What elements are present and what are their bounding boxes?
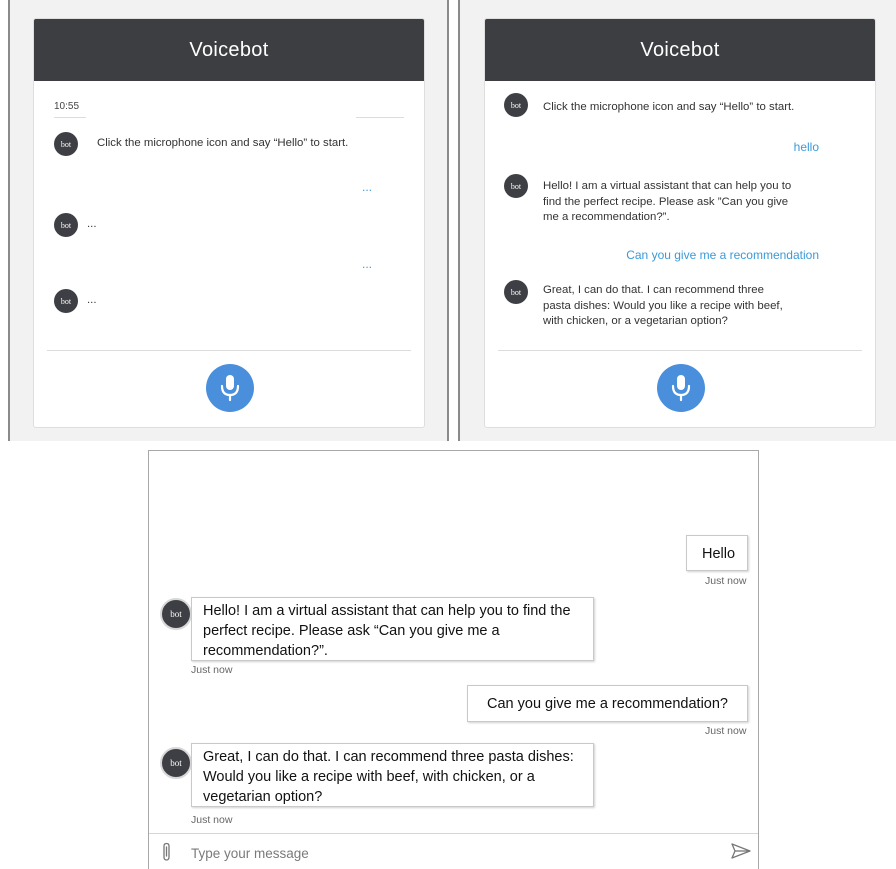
voicebot-card: Voicebot bot Click the microphone icon a…	[484, 18, 876, 428]
voicebot-card: Voicebot 10:55 bot Click the microphone …	[33, 18, 425, 428]
message-time: Just now	[705, 725, 747, 737]
footer-divider	[498, 350, 862, 351]
bot-avatar: bot	[160, 747, 192, 779]
voicebot-title: Voicebot	[640, 38, 720, 61]
chat-timestamp: 10:55	[54, 101, 80, 112]
message-time: Just now	[191, 814, 233, 826]
user-message-text: Hello	[702, 546, 736, 562]
user-message-bubble: Hello	[686, 535, 748, 571]
user-message: ...	[361, 180, 372, 194]
message-input[interactable]	[189, 842, 693, 864]
send-icon[interactable]	[731, 843, 751, 859]
microphone-button[interactable]	[657, 364, 705, 412]
bot-message: ...	[87, 218, 97, 230]
bot-message-text: Hello! I am a virtual assistant that can…	[203, 603, 571, 659]
microphone-icon	[220, 375, 240, 402]
message-time: Just now	[705, 575, 747, 587]
timestamp-rule-right	[356, 117, 404, 118]
bot-avatar: bot	[160, 598, 192, 630]
bot-avatar: bot	[54, 213, 78, 237]
user-message: Can you give me a recommendation	[626, 248, 819, 262]
paperclip-icon[interactable]	[161, 842, 173, 862]
voicebot-header: Voicebot	[485, 19, 875, 81]
bot-avatar: bot	[504, 93, 528, 117]
bot-message: Hello! I am a virtual assistant that can…	[543, 180, 792, 223]
bot-avatar: bot	[54, 132, 78, 156]
user-message: hello	[793, 140, 819, 154]
bot-avatar: bot	[54, 289, 78, 313]
voicebot-header: Voicebot	[34, 19, 424, 81]
message-input-bar	[149, 833, 758, 869]
user-message: ...	[361, 257, 372, 271]
user-message-text: Can you give me a recommendation?	[487, 696, 728, 712]
message-time: Just now	[191, 664, 233, 676]
user-message-bubble: Can you give me a recommendation?	[467, 685, 748, 722]
voicebot-panel-right: Voicebot bot Click the microphone icon a…	[458, 0, 896, 441]
bot-message: ...	[87, 294, 97, 306]
bot-message: Click the microphone icon and say “Hello…	[543, 101, 795, 113]
bot-avatar: bot	[504, 174, 528, 198]
voicebot-title: Voicebot	[189, 38, 269, 61]
microphone-button[interactable]	[206, 364, 254, 412]
bot-message: Click the microphone icon and say “Hello…	[97, 137, 349, 149]
bot-message-text: Great, I can do that. I can recommend th…	[203, 749, 574, 805]
bot-message-bubble: Great, I can do that. I can recommend th…	[191, 743, 594, 807]
footer-divider	[47, 350, 411, 351]
timestamp-rule-left	[54, 117, 86, 118]
bot-message: Great, I can do that. I can recommend th…	[543, 284, 783, 327]
chat-widget: Hello Just now bot Hello! I am a virtual…	[148, 450, 759, 869]
bot-avatar: bot	[504, 280, 528, 304]
bot-message-bubble: Hello! I am a virtual assistant that can…	[191, 597, 594, 661]
microphone-icon	[671, 375, 691, 402]
voicebot-panel-left: Voicebot 10:55 bot Click the microphone …	[8, 0, 449, 441]
